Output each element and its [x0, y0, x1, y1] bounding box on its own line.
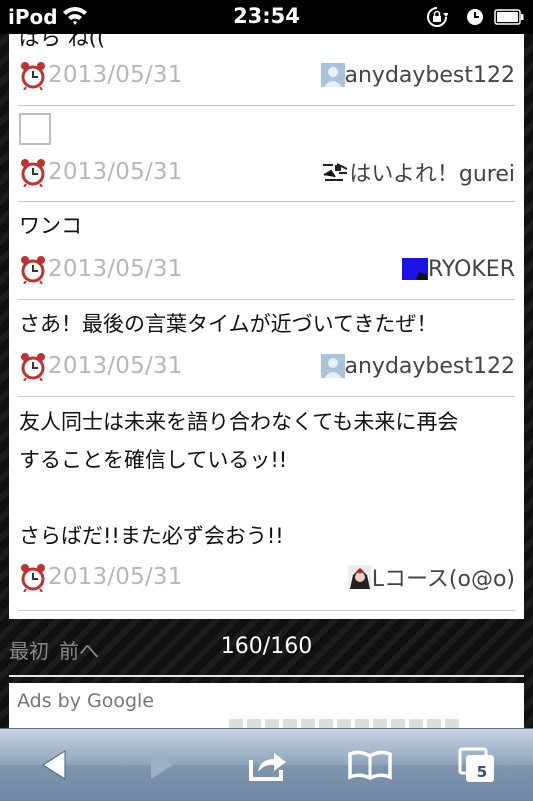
share-button[interactable] — [240, 741, 296, 789]
post-author[interactable]: anydaybest122 — [320, 60, 516, 90]
user-name: Lコース(o@o) — [371, 567, 515, 592]
blue-avatar-icon — [401, 258, 428, 280]
post-author[interactable]: RYOKER — [401, 254, 515, 284]
list-item: さあ！最後の言葉タイムが近づいてきたぜ！ 2013/05/31 anydaybe… — [18, 299, 515, 397]
status-bar: iPod 23:54 — [0, 0, 533, 34]
bookmarks-button[interactable] — [342, 741, 398, 789]
post-text: ワンコ — [19, 214, 82, 238]
rotation-lock-icon — [427, 7, 448, 27]
post-date: 2013/05/31 — [48, 353, 183, 379]
forward-icon — [151, 751, 173, 779]
anime-avatar-icon — [347, 565, 372, 589]
alarm-clock-icon — [21, 62, 45, 90]
post-date: 2013/05/31 — [48, 159, 183, 185]
user-name: anydaybest122 — [344, 353, 516, 379]
list-item: ワンコ 2013/05/31 RYOKER — [18, 201, 515, 300]
post-text-line: することを確信しているッ!! — [19, 448, 288, 472]
default-avatar-icon — [320, 63, 345, 87]
back-button[interactable] — [26, 741, 82, 789]
back-icon — [42, 750, 66, 780]
tab-count: 5 — [476, 763, 488, 781]
post-author[interactable]: anydaybest122 — [320, 351, 516, 381]
browser-toolbar: 5 — [0, 728, 533, 801]
post-author[interactable]: Lコース(o@o) — [347, 562, 515, 592]
ad-content — [229, 719, 459, 728]
share-icon — [249, 753, 286, 781]
pagination: 最初 前へ 160/160 — [0, 619, 533, 679]
alarm-clock-icon — [21, 159, 45, 187]
page-count: 160/160 — [220, 634, 313, 659]
post-text: さあ！最後の言葉タイムが近づいてきたぜ！ — [19, 312, 438, 336]
list-item: 2013/05/31 はいよれ！gurei — [18, 105, 515, 202]
alarm-clock-icon — [467, 9, 483, 25]
bookmarks-icon — [348, 750, 392, 780]
forward-button[interactable] — [134, 741, 190, 789]
comment-list: ぱら ね(( 2013/05/31 anydaybest122 2013/05/… — [9, 34, 524, 619]
image-placeholder[interactable] — [19, 113, 51, 145]
default-avatar-icon — [320, 354, 345, 378]
ad-banner[interactable]: Ads by Google — [9, 683, 524, 728]
alarm-clock-icon — [21, 353, 45, 381]
post-text: ぱら ね(( — [19, 34, 106, 50]
user-name: はいよれ！gurei — [349, 162, 515, 187]
post-date: 2013/05/31 — [48, 564, 183, 590]
post-author[interactable]: はいよれ！gurei — [321, 157, 515, 187]
list-item: 友人同士は未来を語り合わなくても未来に再会 することを確信しているッ!! さらば… — [18, 396, 515, 611]
alarm-clock-icon — [21, 256, 45, 284]
post-text-line: さらばだ!!また必ず会おう!! — [19, 524, 284, 548]
status-time: 23:54 — [233, 4, 300, 28]
battery-icon — [494, 9, 524, 25]
ads-label: Ads by Google — [17, 690, 155, 712]
alarm-clock-icon — [21, 564, 45, 592]
sketch-avatar-icon — [321, 161, 350, 183]
user-name: RYOKER — [427, 256, 515, 282]
post-date: 2013/05/31 — [48, 256, 183, 282]
post-date: 2013/05/31 — [48, 62, 183, 88]
post-text-line: 友人同士は未来を語り合わなくても未来に再会 — [19, 410, 459, 434]
user-name: anydaybest122 — [344, 62, 516, 88]
list-item: ぱら ね(( 2013/05/31 anydaybest122 — [18, 34, 515, 106]
divider — [9, 675, 524, 677]
